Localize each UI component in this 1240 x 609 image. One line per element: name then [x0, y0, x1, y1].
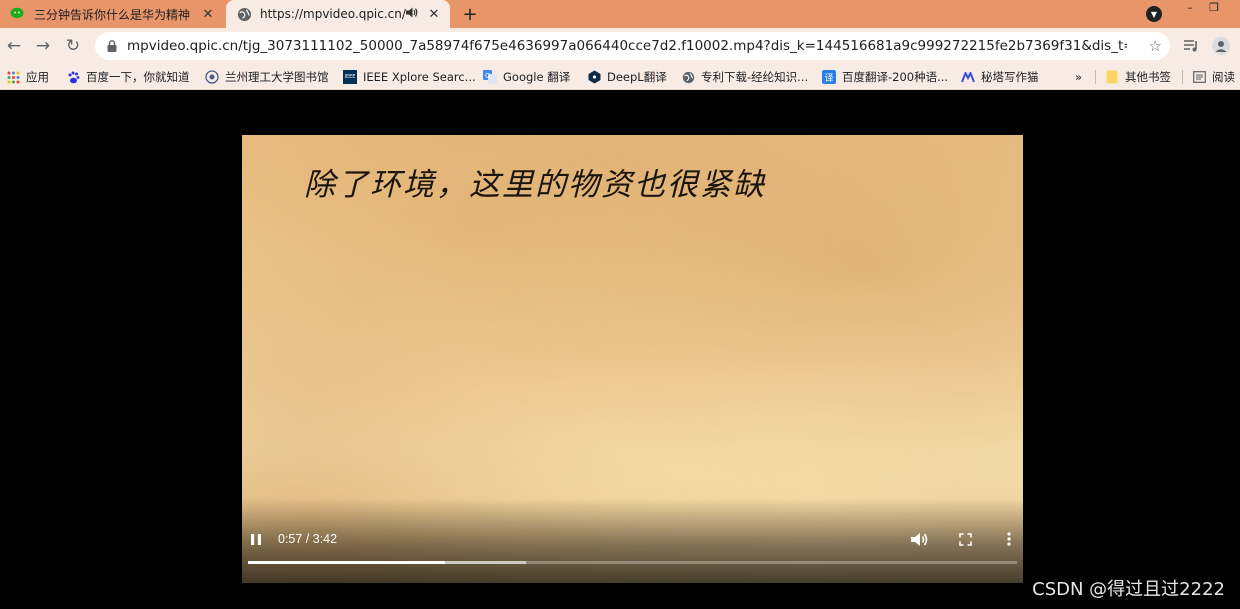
metaso-icon [961, 70, 975, 84]
overflow-icon: » [1075, 70, 1083, 84]
bookmark-label: 其他书签 [1125, 70, 1171, 84]
reading-list-icon [1192, 70, 1206, 84]
tab-wechat-article[interactable]: 三分钟告诉你什么是华为精神 ✕ [0, 0, 224, 28]
profile-avatar-icon[interactable] [1212, 37, 1230, 55]
played-indicator [248, 561, 446, 564]
back-arrow-icon[interactable]: ← [4, 36, 24, 56]
bookmark-label: 秘塔写作猫 [981, 70, 1039, 84]
bookmark-separator [1095, 70, 1096, 84]
bookmark-other-folder[interactable]: 其他书签 [1105, 68, 1171, 86]
close-tab-icon[interactable]: ✕ [426, 6, 442, 22]
video-viewport: 除了环境，这里的物资也很紧缺 0:57 / 3:42 CSDN @得过且过222… [0, 91, 1240, 609]
bookmarks-overflow-button[interactable]: » [1075, 68, 1082, 86]
library-seal-icon [205, 70, 219, 84]
bookmark-baidu-translate[interactable]: 译 百度翻译-200种语... [822, 68, 948, 86]
video-player[interactable]: 除了环境，这里的物资也很紧缺 0:57 / 3:42 [242, 135, 1023, 583]
bookmark-label: 应用 [26, 70, 49, 84]
fullscreen-icon[interactable] [957, 531, 973, 547]
bookmark-google-translate[interactable]: G Google 翻译 [483, 68, 570, 86]
bookmark-reading-list[interactable]: 阅读 [1192, 68, 1235, 86]
lock-icon [105, 40, 119, 52]
address-bar[interactable]: mpvideo.qpic.cn/tjg_3073111102_50000_7a5… [95, 32, 1170, 60]
minimize-button[interactable]: – [1180, 0, 1200, 14]
apps-grid-icon [6, 70, 20, 84]
globe-icon [236, 6, 252, 22]
time-display: 0:57 / 3:42 [278, 532, 338, 546]
new-tab-button[interactable]: + [459, 4, 481, 25]
bookmark-apps[interactable]: 应用 [6, 68, 49, 86]
bookmark-label: 百度一下，你就知道 [86, 70, 190, 84]
folder-icon [1105, 70, 1119, 84]
bookmark-star-icon[interactable]: ☆ [1149, 37, 1162, 55]
tab-video[interactable]: https://mpvideo.qpic.cn/tj ✕ [226, 0, 450, 28]
forward-arrow-icon[interactable]: → [33, 36, 53, 56]
bookmark-label: 阅读 [1212, 70, 1235, 84]
bookmark-label: 专利下载-经纶知识... [701, 70, 809, 84]
media-control-icon[interactable] [1182, 37, 1200, 55]
bookmark-separator [1182, 70, 1183, 84]
bookmark-patent[interactable]: 专利下载-经纶知识... [681, 68, 808, 86]
bookmark-label: Google 翻译 [503, 70, 571, 84]
bookmark-label: 百度翻译-200种语... [842, 70, 949, 84]
bookmark-metaso[interactable]: 秘塔写作猫 [961, 68, 1039, 86]
tab-strip: 三分钟告诉你什么是华为精神 ✕ https://mpvideo.qpic.cn/… [0, 0, 1240, 28]
csdn-watermark: CSDN @得过且过2222 [1032, 579, 1225, 600]
tab-title: https://mpvideo.qpic.cn/tj [260, 7, 406, 21]
speaker-icon[interactable] [406, 7, 422, 21]
bookmarks-bar: 应用 百度一下，你就知道 兰州理工大学图书馆 IEEE IEEE Xplore … [0, 63, 1240, 90]
close-tab-icon[interactable]: ✕ [200, 6, 216, 22]
pause-button[interactable] [248, 531, 264, 547]
bookmark-library[interactable]: 兰州理工大学图书馆 [205, 68, 329, 86]
controls-overlay [242, 498, 1023, 583]
reload-icon[interactable]: ↻ [63, 36, 83, 56]
progress-bar[interactable] [248, 561, 1017, 564]
bookmark-deepl[interactable]: DeepL翻译 [587, 68, 667, 86]
baidu-paw-icon [66, 70, 80, 84]
deepl-icon [587, 70, 601, 84]
restore-button[interactable]: ❐ [1204, 0, 1224, 14]
baidu-translate-icon: 译 [822, 70, 836, 84]
url-text[interactable]: mpvideo.qpic.cn/tjg_3073111102_50000_7a5… [127, 38, 1127, 54]
browser-toolbar: ← → ↻ mpvideo.qpic.cn/tjg_3073111102_500… [0, 28, 1240, 63]
google-translate-icon: G [483, 70, 497, 84]
ieee-icon: IEEE [343, 70, 357, 84]
volume-icon[interactable] [911, 531, 929, 547]
bookmark-label: 兰州理工大学图书馆 [225, 70, 329, 84]
svg-text:G: G [485, 72, 490, 80]
bookmark-baidu[interactable]: 百度一下，你就知道 [66, 68, 190, 86]
bookmark-ieee[interactable]: IEEE IEEE Xplore Searc... [343, 68, 476, 86]
globe-icon [681, 70, 695, 84]
tab-title: 三分钟告诉你什么是华为精神 [34, 7, 191, 22]
wechat-icon [10, 6, 26, 22]
tab-search-icon[interactable]: ▼ [1146, 6, 1162, 22]
bookmark-label: IEEE Xplore Searc... [363, 70, 476, 84]
more-options-icon[interactable] [1001, 531, 1017, 547]
bookmark-label: DeepL翻译 [607, 70, 667, 84]
video-caption: 除了环境，这里的物资也很紧缺 [304, 167, 766, 203]
